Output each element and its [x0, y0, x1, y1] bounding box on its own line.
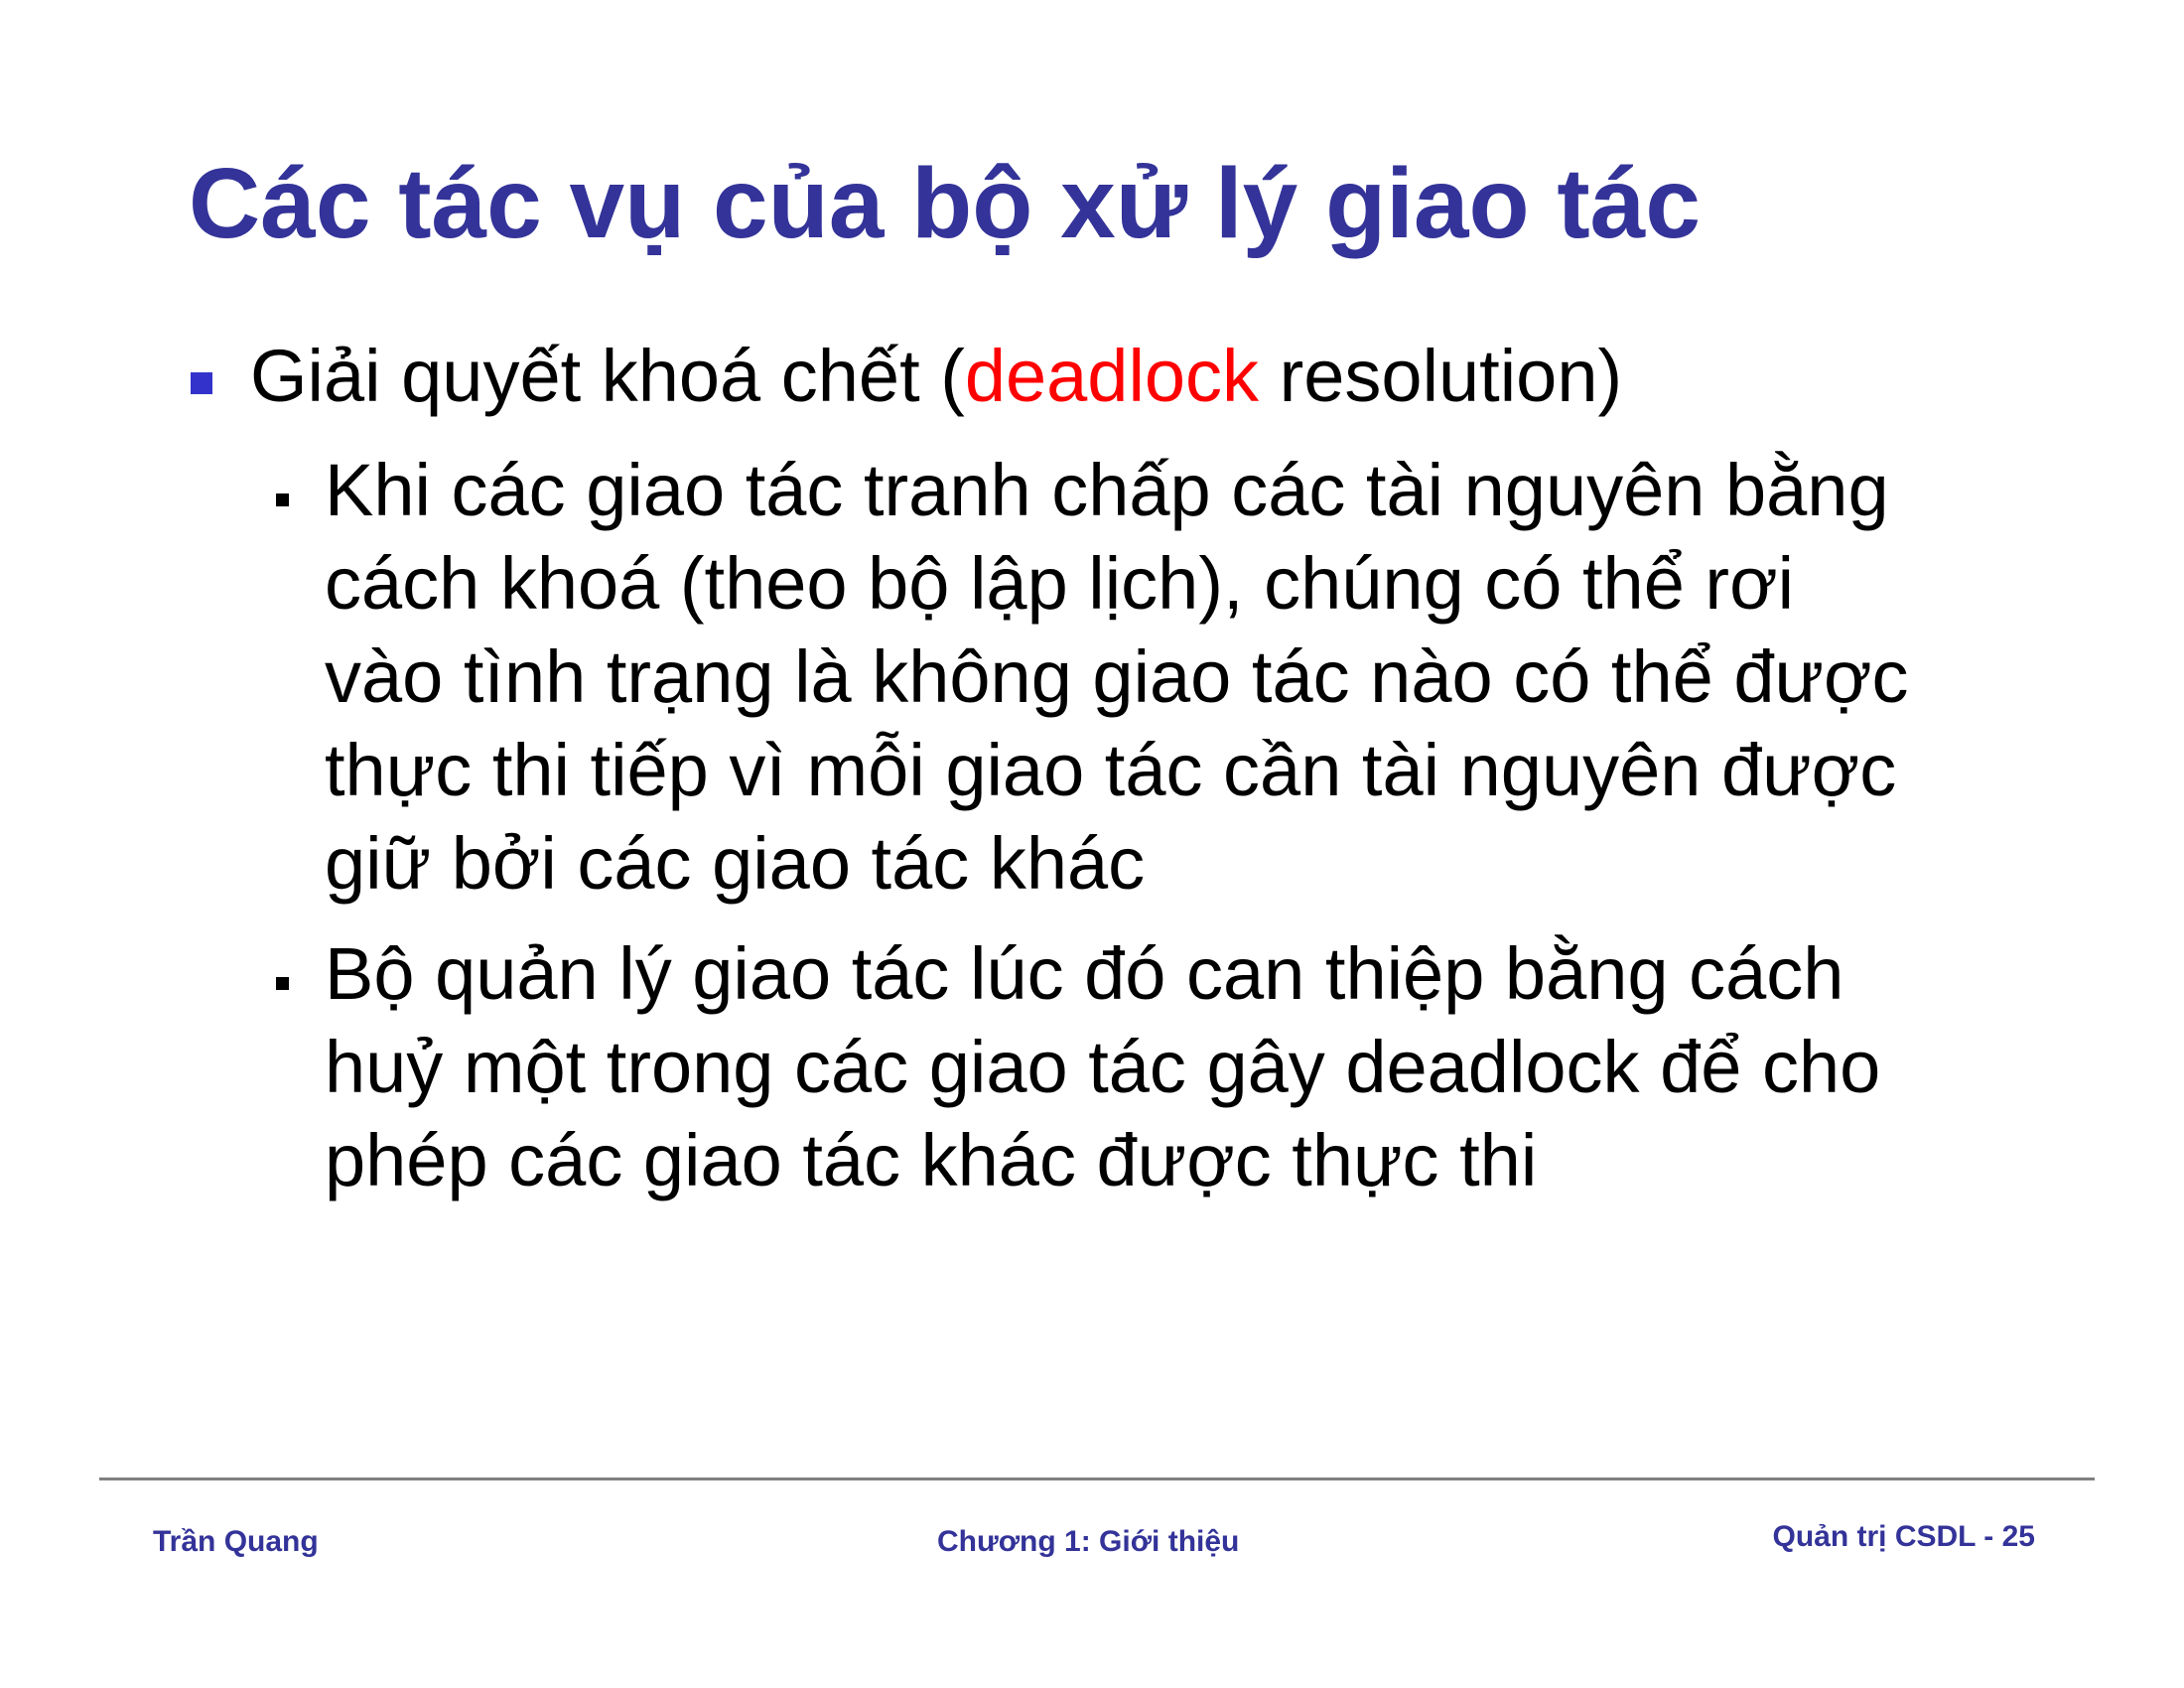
slide-title: Các tác vụ của bộ xử lý giao tác	[189, 148, 1701, 259]
bullet-text-before: Giải quyết khoá chết (	[250, 335, 965, 417]
sub-bullet-line: giữ bởi các giao tác khác	[325, 822, 1146, 905]
sub-bullet-line: cách khoá (theo bộ lập lịch), chúng có t…	[325, 542, 1795, 625]
square-bullet-icon	[191, 372, 212, 394]
small-square-bullet-icon	[276, 493, 289, 506]
bullet-deadlock-resolution: Giải quyết khoá chết (deadlock resolutio…	[250, 330, 1622, 423]
deadlock-highlight: deadlock	[964, 335, 1260, 417]
footer-author: Trần Quang	[153, 1525, 319, 1558]
footer-divider	[99, 1477, 2095, 1480]
sub-bullet-line: phép các giao tác khác được thực thi	[325, 1119, 1538, 1201]
sub-bullet-line: vào tình trạng là không giao tác nào có …	[325, 635, 1909, 718]
small-square-bullet-icon	[276, 977, 289, 990]
sub-bullet-line: huỷ một trong các giao tác gây deadlock …	[325, 1026, 1881, 1108]
sub-bullet-contention: Khi các giao tác tranh chấp các tài nguy…	[325, 444, 1909, 911]
sub-bullet-line: thực thi tiếp vì mỗi giao tác cần tài ng…	[325, 729, 1897, 811]
footer-chapter: Chương 1: Giới thiệu	[937, 1525, 1240, 1558]
sub-bullet-manager-intervention: Bộ quản lý giao tác lúc đó can thiệp bằn…	[325, 927, 1880, 1207]
sub-bullet-line: Khi các giao tác tranh chấp các tài nguy…	[325, 449, 1889, 531]
sub-bullet-line: Bộ quản lý giao tác lúc đó can thiệp bằn…	[325, 932, 1844, 1015]
bullet-text-after: resolution)	[1259, 335, 1623, 417]
footer-page-number: Quản trị CSDL - 25	[1772, 1520, 2036, 1553]
